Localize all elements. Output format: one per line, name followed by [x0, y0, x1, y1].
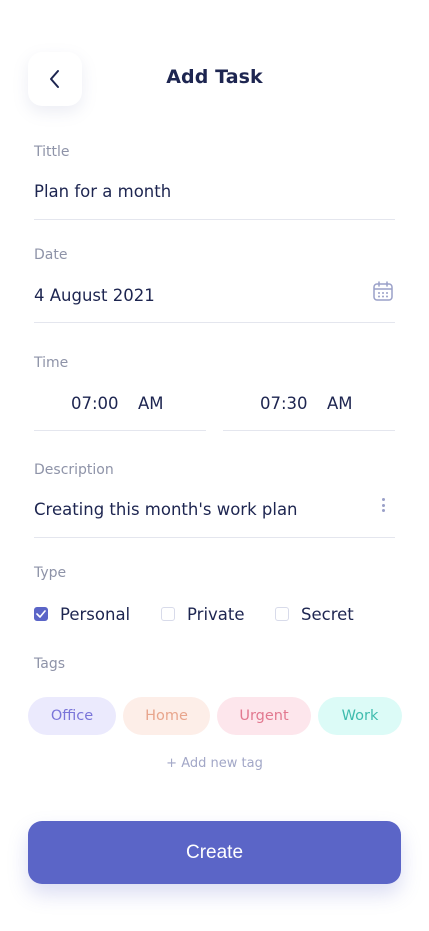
- checkbox-checked-icon[interactable]: [34, 607, 48, 621]
- type-option-private[interactable]: Private: [161, 603, 245, 625]
- checkbox-icon[interactable]: [161, 607, 175, 621]
- calendar-icon[interactable]: [372, 280, 394, 302]
- start-time-period[interactable]: AM: [138, 394, 164, 413]
- tag-home[interactable]: Home: [123, 697, 210, 735]
- type-option-personal[interactable]: Personal: [34, 603, 130, 625]
- tag-work[interactable]: Work: [318, 697, 402, 735]
- start-time-underline: [34, 430, 206, 431]
- end-time-value[interactable]: 07:30: [260, 394, 308, 413]
- title-underline: [34, 219, 395, 220]
- type-option-label: Secret: [301, 604, 354, 624]
- date-input[interactable]: 4 August 2021: [34, 286, 155, 305]
- description-input[interactable]: Creating this month's work plan: [34, 500, 298, 519]
- tag-office[interactable]: Office: [28, 697, 116, 735]
- type-option-label: Personal: [60, 604, 131, 624]
- date-underline: [34, 322, 395, 323]
- end-time-underline: [223, 430, 395, 431]
- checkbox-icon[interactable]: [275, 607, 289, 621]
- date-label: Date: [34, 247, 68, 263]
- page-title: Add Task: [166, 66, 263, 88]
- type-option-secret[interactable]: Secret: [275, 603, 354, 625]
- add-new-tag-link[interactable]: + Add new tag: [0, 756, 429, 771]
- type-option-label: Private: [187, 604, 245, 624]
- create-button[interactable]: Create: [28, 821, 401, 884]
- description-underline: [34, 537, 395, 538]
- tags-label: Tags: [34, 656, 65, 672]
- type-label: Type: [34, 565, 67, 581]
- title-input[interactable]: Plan for a month: [34, 182, 171, 201]
- time-label: Time: [34, 355, 69, 371]
- start-time-value[interactable]: 07:00: [71, 394, 119, 413]
- description-label: Description: [34, 462, 114, 478]
- more-vertical-icon[interactable]: [377, 498, 389, 512]
- tag-urgent[interactable]: Urgent: [217, 697, 311, 735]
- title-label: Tittle: [34, 144, 70, 160]
- end-time-period[interactable]: AM: [327, 394, 353, 413]
